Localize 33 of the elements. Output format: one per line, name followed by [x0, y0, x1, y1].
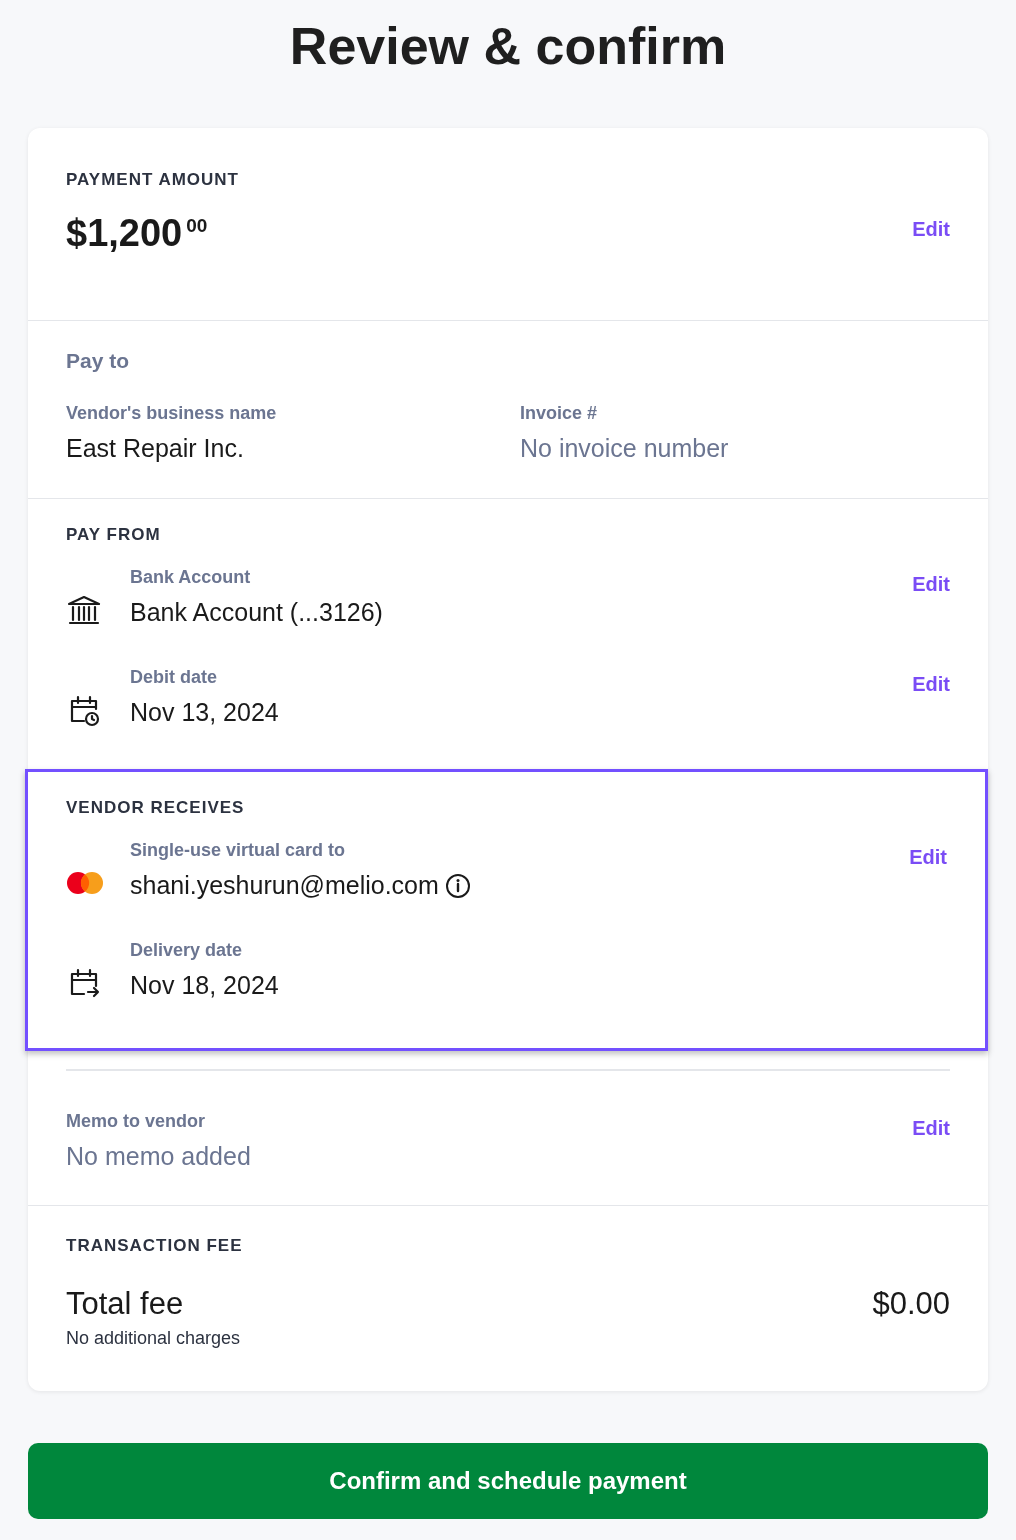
field-value: Bank Account (...3126) [130, 598, 383, 627]
edit-link[interactable]: Edit [912, 1117, 950, 1171]
field-label: Delivery date [130, 940, 244, 961]
edit-link[interactable]: Edit [912, 218, 950, 241]
field-label: Single-use virtual card to [130, 840, 347, 861]
section-heading: PAY FROM [66, 525, 162, 545]
field-value: No memo added [66, 1142, 252, 1171]
section-heading: Pay to [66, 349, 131, 373]
field-value: Nov 18, 2024 [130, 971, 279, 1000]
fee-amount: $0.00 [872, 1286, 950, 1323]
field-label: Memo to vendor [66, 1111, 206, 1132]
field-label: Debit date [130, 667, 218, 688]
bank-icon [66, 593, 102, 627]
section-heading: PAYMENT AMOUNT [66, 170, 240, 190]
card-logo-icon [66, 871, 104, 895]
edit-link[interactable]: Edit [912, 573, 950, 596]
field-value: East Repair Inc. [66, 434, 245, 463]
field-value: No invoice number [520, 434, 730, 463]
info-icon[interactable] [444, 872, 471, 899]
field-label: Vendor's business name [66, 403, 278, 424]
confirm-button[interactable]: Confirm and schedule payment [28, 1443, 988, 1519]
field-value: shani.yeshurun@melio.com [130, 871, 439, 900]
field-label: Bank Account [130, 567, 252, 588]
section-heading: TRANSACTION FEE [66, 1236, 244, 1256]
edit-link[interactable]: Edit [909, 846, 947, 869]
page-title: Review & confirm [288, 16, 728, 77]
payment-amount: $1,200$^{00}$ [66, 212, 208, 255]
field-value: Nov 13, 2024 [130, 698, 279, 727]
fee-label: Total fee [66, 1286, 185, 1322]
fee-note: No additional charges [66, 1328, 241, 1349]
edit-link[interactable]: Edit [912, 673, 950, 696]
section-heading: VENDOR RECEIVES [66, 798, 246, 818]
field-label: Invoice # [520, 403, 599, 424]
